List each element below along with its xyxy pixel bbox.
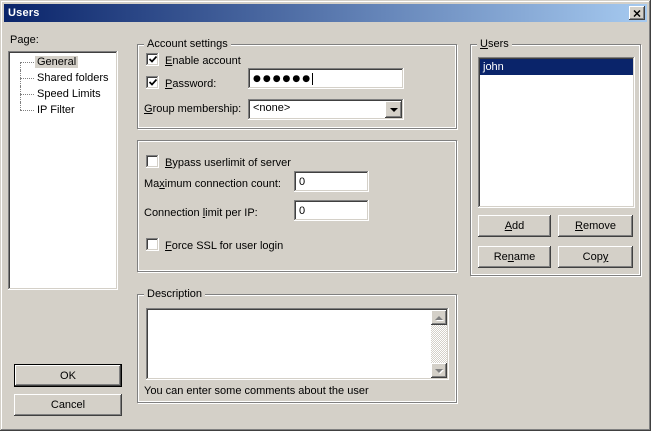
cancel-button-label: Cancel xyxy=(51,399,85,411)
max-connection-count-input[interactable]: 0 xyxy=(294,171,369,192)
remove-button-label: Remove xyxy=(575,220,616,232)
ok-button-label: OK xyxy=(60,370,76,382)
tree-item-shared-folders[interactable]: Shared folders xyxy=(8,70,118,86)
window-title: Users xyxy=(4,7,40,19)
tree-item-general[interactable]: General xyxy=(8,54,118,70)
password-masked-value: ●●●●●● xyxy=(253,74,312,84)
user-list-item[interactable]: john xyxy=(480,59,633,75)
bypass-userlimit-checkbox[interactable] xyxy=(146,155,159,168)
tree-item-label: Shared folders xyxy=(35,72,111,84)
checkmark-icon xyxy=(149,79,157,86)
rename-button[interactable]: Rename xyxy=(478,246,551,268)
password-input[interactable]: ●●●●●● xyxy=(248,68,404,89)
chevron-down-icon xyxy=(390,108,398,112)
ok-button[interactable]: OK xyxy=(14,364,122,387)
connection-limit-per-ip-label: Connection limit per IP: xyxy=(144,207,258,219)
group-membership-label: Group membership: xyxy=(144,103,241,115)
add-button-label: Add xyxy=(505,220,525,232)
dropdown-button[interactable] xyxy=(385,101,402,118)
account-settings-group: Account settings Enable account Password… xyxy=(137,44,457,129)
description-title: Description xyxy=(144,288,205,301)
tree-item-speed-limits[interactable]: Speed Limits xyxy=(8,86,118,102)
force-ssl-label[interactable]: Force SSL for user login xyxy=(165,240,283,252)
close-icon xyxy=(633,10,641,17)
scroll-up-button[interactable] xyxy=(431,310,447,325)
tree-item-label: Speed Limits xyxy=(35,88,103,100)
vertical-scrollbar[interactable] xyxy=(431,310,447,378)
titlebar[interactable]: Users xyxy=(4,4,647,22)
tree-item-label: IP Filter xyxy=(35,104,77,116)
remove-button[interactable]: Remove xyxy=(558,215,633,237)
group-membership-select[interactable]: <none> xyxy=(248,99,404,120)
copy-button[interactable]: Copy xyxy=(558,246,633,268)
scroll-down-button[interactable] xyxy=(431,363,447,378)
max-connection-count-label: Maximum connection count: xyxy=(144,178,281,190)
copy-button-label: Copy xyxy=(583,251,609,263)
connection-limit-per-ip-value: 0 xyxy=(299,205,305,217)
users-dialog: Users Page: General Shared folders Speed… xyxy=(0,0,651,431)
tree-item-ip-filter[interactable]: IP Filter xyxy=(8,102,118,118)
add-button[interactable]: Add xyxy=(478,215,551,237)
bypass-userlimit-label[interactable]: Bypass userlimit of server xyxy=(165,157,291,169)
force-ssl-checkbox[interactable] xyxy=(146,238,159,251)
checkmark-icon xyxy=(149,56,157,63)
max-connection-count-value: 0 xyxy=(299,176,305,188)
scroll-up-icon xyxy=(435,316,443,320)
scroll-down-icon xyxy=(435,369,443,373)
cancel-button[interactable]: Cancel xyxy=(14,394,122,416)
users-group: Users john Add Remove Rename Copy xyxy=(470,44,641,276)
close-button[interactable] xyxy=(629,6,645,20)
rename-button-label: Rename xyxy=(494,251,536,263)
tree-item-label: General xyxy=(35,56,78,68)
text-cursor xyxy=(312,73,313,85)
users-listbox[interactable]: john xyxy=(478,57,635,208)
description-hint: You can enter some comments about the us… xyxy=(144,385,369,397)
description-group: Description You can enter some comments … xyxy=(137,294,457,403)
enable-account-checkbox[interactable] xyxy=(146,53,159,66)
connection-limit-per-ip-input[interactable]: 0 xyxy=(294,200,369,221)
description-textarea[interactable] xyxy=(146,308,449,380)
group-membership-value: <none> xyxy=(253,102,290,114)
connection-settings-group: Bypass userlimit of server Maximum conne… xyxy=(137,140,457,272)
user-name: john xyxy=(483,61,504,73)
account-settings-title: Account settings xyxy=(144,38,231,51)
password-label[interactable]: Password: xyxy=(165,78,216,90)
users-group-title: Users xyxy=(477,38,512,51)
enable-account-label[interactable]: Enable account xyxy=(165,55,241,67)
password-checkbox[interactable] xyxy=(146,76,159,89)
page-label: Page: xyxy=(10,34,39,46)
page-tree: General Shared folders Speed Limits IP F… xyxy=(8,51,118,290)
